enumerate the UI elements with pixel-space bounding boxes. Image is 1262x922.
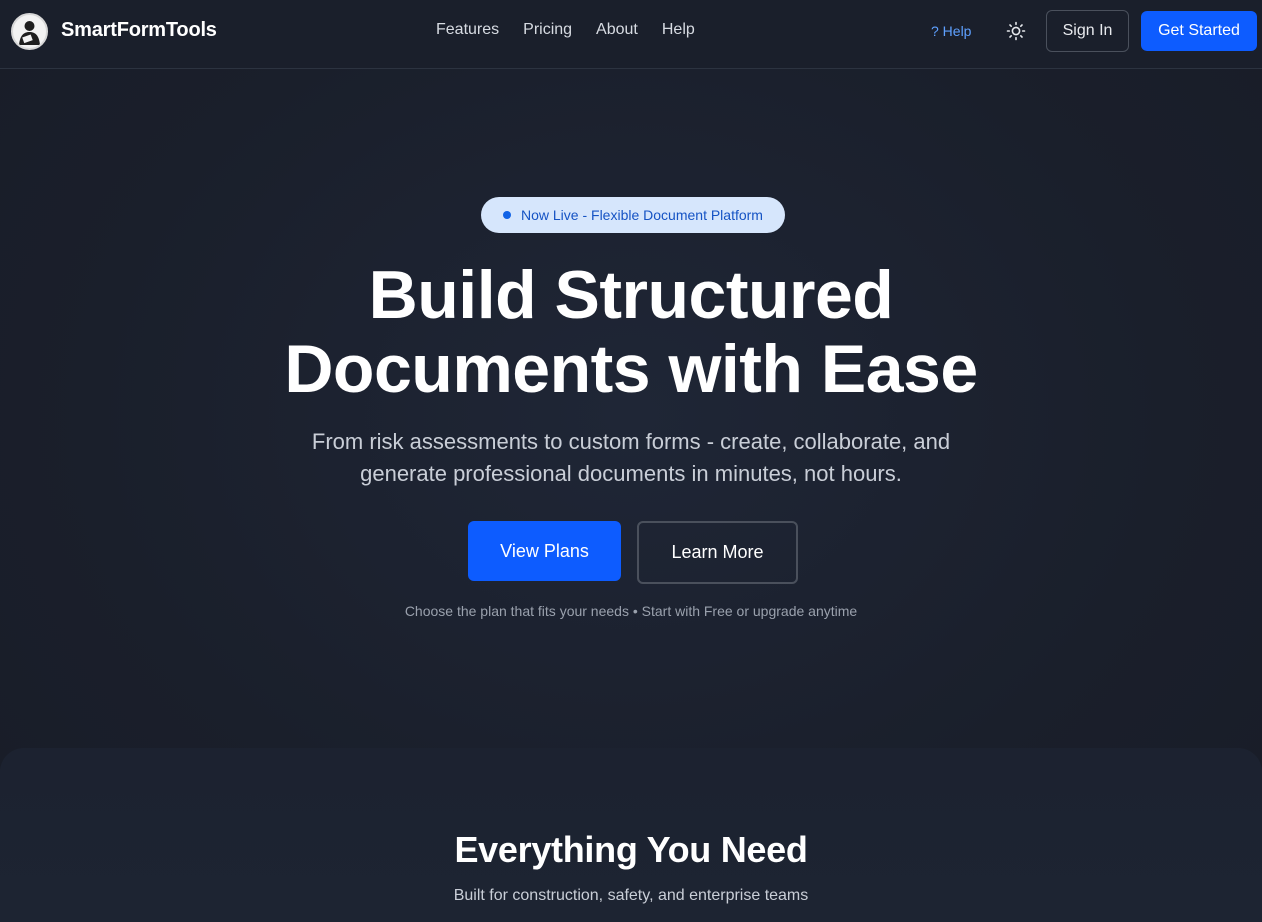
get-started-button[interactable]: Get Started [1141,11,1257,51]
theme-toggle-button[interactable] [1002,17,1030,45]
status-badge-label: Now Live - Flexible Document Platform [521,207,763,223]
main-nav: Features Pricing About Help [436,21,695,39]
nav-about[interactable]: About [596,21,638,39]
landing-page: SmartFormTools Features Pricing About He… [0,0,1262,922]
sign-in-button[interactable]: Sign In [1046,10,1129,52]
view-plans-button[interactable]: View Plans [468,521,621,581]
features-title: Everything You Need [454,829,808,870]
brand-name[interactable]: SmartFormTools [61,19,217,42]
features-subtitle: Built for construction, safety, and ente… [453,887,809,904]
top-header: SmartFormTools Features Pricing About He… [0,0,1262,69]
plan-hint: Choose the plan that fits your needs • S… [404,603,858,619]
help-link[interactable]: ? Help [931,23,971,39]
hero-title-line1: Build Structured [368,257,894,333]
learn-more-button[interactable]: Learn More [637,521,798,584]
hero-title: Build Structured Documents with Ease [0,258,1262,406]
nav-features[interactable]: Features [436,21,499,39]
nav-help[interactable]: Help [662,21,695,39]
status-badge: Now Live - Flexible Document Platform [481,197,785,233]
nav-pricing[interactable]: Pricing [523,21,572,39]
status-dot-icon [503,211,511,219]
brand-logo-icon[interactable] [11,13,48,50]
hero-title-line2: Documents with Ease [284,331,978,407]
hero-subtitle: From risk assessments to custom forms - … [311,429,951,486]
sun-icon [1006,21,1026,41]
